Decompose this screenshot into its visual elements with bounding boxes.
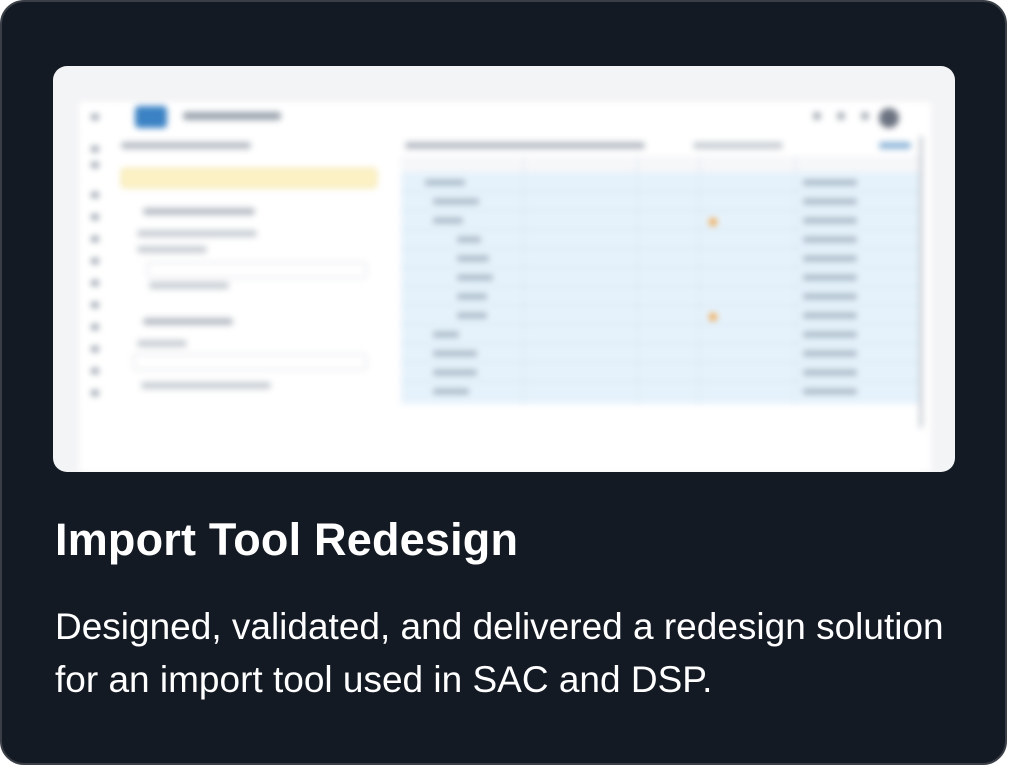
table-cell bbox=[433, 370, 477, 375]
table-cell bbox=[803, 294, 857, 299]
table-cell bbox=[803, 332, 857, 337]
rail-icon bbox=[91, 162, 99, 168]
column-divider bbox=[523, 156, 524, 404]
table-cell bbox=[803, 218, 857, 223]
table-cell bbox=[457, 294, 487, 299]
rail-icon bbox=[91, 214, 99, 220]
table-toolbar-button bbox=[879, 142, 911, 149]
project-card[interactable]: Import Tool Redesign Designed, validated… bbox=[0, 0, 1007, 765]
rail-icon bbox=[91, 346, 99, 352]
rail-icon bbox=[91, 114, 99, 120]
notice-banner bbox=[121, 168, 377, 188]
rail-icon bbox=[91, 324, 99, 330]
table-cell bbox=[433, 218, 463, 223]
rail-icon bbox=[91, 258, 99, 264]
table-cell bbox=[457, 256, 489, 261]
table-cell bbox=[433, 351, 477, 356]
project-preview-image bbox=[53, 66, 955, 472]
row-divider bbox=[401, 229, 921, 230]
table-cell bbox=[433, 332, 459, 337]
table-cell bbox=[803, 256, 857, 261]
option-row bbox=[137, 246, 207, 253]
panel-heading bbox=[121, 142, 251, 149]
warning-icon bbox=[709, 313, 717, 321]
column-divider bbox=[795, 156, 796, 404]
option-row bbox=[137, 230, 257, 237]
section-heading bbox=[143, 318, 233, 325]
rail-icon bbox=[91, 192, 99, 198]
table-cell bbox=[803, 275, 857, 280]
row-divider bbox=[401, 248, 921, 249]
table-cell bbox=[803, 389, 857, 394]
option-row bbox=[149, 282, 229, 289]
warning-icon bbox=[709, 218, 717, 226]
table-cell bbox=[433, 389, 469, 394]
select-box bbox=[147, 262, 367, 278]
column-divider bbox=[637, 156, 638, 404]
rail-icon bbox=[91, 280, 99, 286]
table-cell bbox=[803, 180, 857, 185]
card-title: Import Tool Redesign bbox=[55, 514, 519, 565]
rail-icon bbox=[91, 146, 99, 152]
avatar bbox=[879, 108, 899, 128]
row-divider bbox=[401, 210, 921, 211]
field-label bbox=[137, 340, 187, 347]
toggle-row bbox=[141, 382, 271, 389]
row-divider bbox=[401, 191, 921, 192]
rail-icon bbox=[91, 368, 99, 374]
table-cell bbox=[425, 180, 465, 185]
row-divider bbox=[401, 362, 921, 363]
row-divider bbox=[401, 305, 921, 306]
rail-icon bbox=[91, 302, 99, 308]
table-cell bbox=[803, 370, 857, 375]
table-cell bbox=[433, 199, 479, 204]
app-top-icon bbox=[861, 112, 869, 120]
table-cell bbox=[457, 237, 481, 242]
section-heading bbox=[143, 208, 255, 215]
app-breadcrumb bbox=[183, 112, 281, 120]
row-divider bbox=[401, 324, 921, 325]
card-description: Designed, validated, and delivered a red… bbox=[55, 606, 944, 700]
select-box bbox=[133, 354, 367, 370]
app-top-icon bbox=[837, 112, 845, 120]
table-cell bbox=[457, 275, 493, 280]
row-divider bbox=[401, 381, 921, 382]
row-divider bbox=[401, 267, 921, 268]
table-cell bbox=[803, 237, 857, 242]
table-cell bbox=[803, 313, 857, 318]
table-cell bbox=[803, 199, 857, 204]
table-heading bbox=[405, 142, 645, 149]
app-logo bbox=[135, 106, 167, 128]
column-divider bbox=[699, 156, 700, 404]
row-divider bbox=[401, 343, 921, 344]
table-scrollbar bbox=[919, 136, 923, 428]
table-header-row bbox=[401, 156, 921, 173]
app-top-icon bbox=[813, 112, 821, 120]
table-cell bbox=[457, 313, 487, 318]
rail-icon bbox=[91, 390, 99, 396]
blurred-app-screenshot bbox=[53, 66, 955, 472]
table-cell bbox=[803, 351, 857, 356]
rail-icon bbox=[91, 236, 99, 242]
row-divider bbox=[401, 286, 921, 287]
table-toolbar bbox=[693, 142, 783, 149]
